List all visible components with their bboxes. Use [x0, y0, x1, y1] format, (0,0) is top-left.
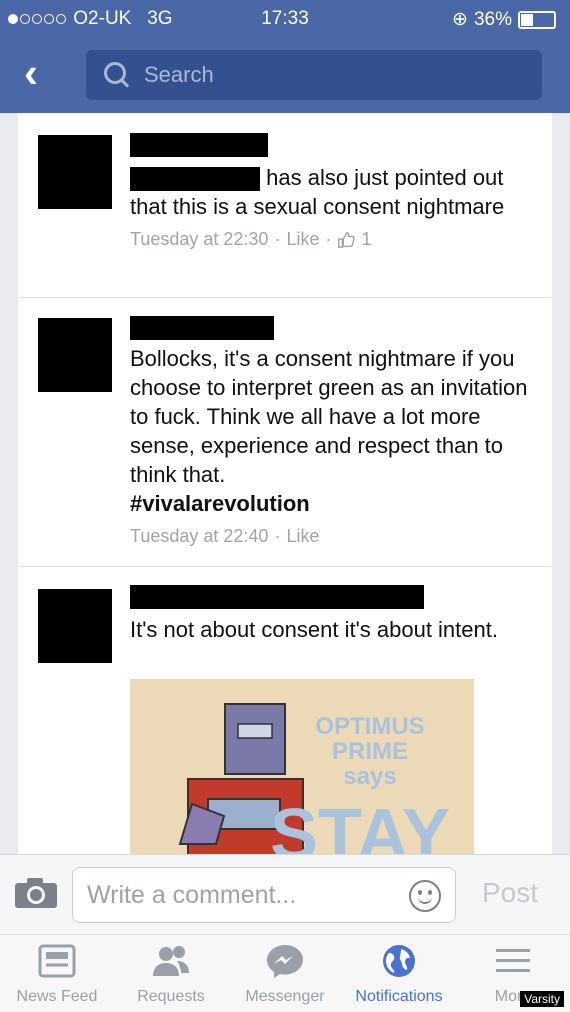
comment-meta: Tuesday at 22:40 · Like — [130, 526, 320, 547]
hashtag-link[interactable]: #vivalarevolution — [130, 489, 532, 518]
like-link[interactable]: Like — [286, 526, 319, 547]
thumbs-up-icon — [338, 231, 356, 248]
comments-list: has also just pointed out that this is a… — [18, 113, 552, 854]
messenger-icon — [267, 945, 303, 978]
status-bar: O2-UK 3G 17:33 ⊕ 36% — [0, 0, 570, 38]
comment-time: Tuesday at 22:30 — [130, 229, 269, 249]
camera-icon[interactable] — [14, 877, 58, 909]
redacted-name — [130, 585, 424, 609]
back-arrow-icon[interactable]: ‹ — [24, 52, 64, 94]
battery-percent: 36% — [473, 8, 512, 30]
comment: Bollocks, it's a consent nightmare if yo… — [18, 298, 552, 567]
tab-messenger[interactable]: Messenger — [228, 935, 342, 1012]
redacted-name — [130, 316, 274, 340]
redacted-name — [130, 133, 268, 157]
attached-image[interactable]: OPTIMUS PRIME says STAY — [130, 679, 474, 854]
comment-composer: Write a comment... Post — [0, 854, 570, 935]
redacted-name — [130, 167, 260, 192]
tab-label: Messenger — [245, 988, 325, 1005]
tab-requests[interactable]: Requests — [114, 935, 228, 1012]
comment-text: Bollocks, it's a consent nightmare if yo… — [130, 344, 532, 518]
comment-time: Tuesday at 22:40 — [130, 526, 269, 546]
news-feed-icon — [38, 944, 76, 978]
tab-label: Requests — [137, 988, 205, 1005]
search-input[interactable]: Search — [86, 50, 542, 100]
comment-meta: Tuesday at 22:30 · Like · 1 — [130, 229, 372, 250]
comment-text: has also just pointed out that this is a… — [130, 165, 505, 219]
emoji-icon[interactable] — [409, 880, 441, 912]
optimus-prime-image: OPTIMUS PRIME says STAY — [130, 679, 474, 854]
tab-bar: News Feed Requests Messenger Notificatio… — [0, 934, 570, 1012]
requests-icon — [153, 946, 189, 976]
search-placeholder: Search — [144, 62, 214, 87]
comment-input[interactable]: Write a comment... — [72, 867, 456, 923]
svg-text:PRIME: PRIME — [332, 738, 408, 765]
tab-news-feed[interactable]: News Feed — [0, 935, 114, 1012]
comment-text: It's not about consent it's about intent… — [130, 617, 498, 642]
comment-placeholder: Write a comment... — [87, 881, 297, 909]
avatar[interactable] — [38, 318, 112, 392]
watermark: Varsity — [520, 991, 564, 1007]
battery-icon — [518, 10, 556, 29]
globe-icon — [383, 945, 415, 977]
like-link[interactable]: Like — [286, 229, 319, 250]
comment: It's not about consent it's about intent… — [18, 567, 552, 854]
tab-notifications[interactable]: Notifications — [342, 935, 456, 1012]
post-button[interactable]: Post — [482, 877, 538, 909]
lock-rotation-icon: ⊕ — [452, 9, 468, 30]
avatar[interactable] — [38, 135, 112, 209]
tab-label: News Feed — [16, 988, 98, 1005]
menu-icon — [496, 949, 530, 972]
comment: has also just pointed out that this is a… — [18, 113, 552, 298]
svg-text:says: says — [343, 763, 396, 790]
tab-label: Notifications — [355, 988, 443, 1005]
svg-text:STAY: STAY — [270, 795, 450, 854]
image-caption: OPTIMUS — [315, 713, 424, 740]
nav-bar: ‹ Search — [0, 38, 570, 113]
search-icon — [104, 62, 126, 84]
like-count: 1 — [361, 229, 372, 249]
avatar[interactable] — [38, 589, 112, 663]
